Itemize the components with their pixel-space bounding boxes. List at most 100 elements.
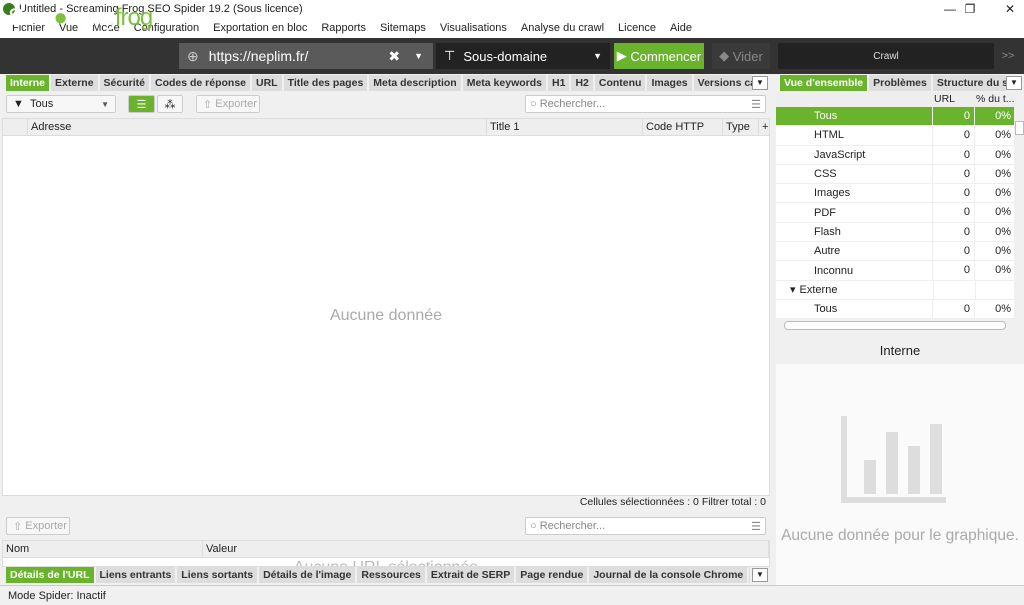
chart-title: Interne xyxy=(879,343,921,358)
column-url[interactable]: URL xyxy=(934,93,955,105)
row-url-count: 0 xyxy=(932,184,974,203)
right-tab-2[interactable]: Structure du site xyxy=(932,75,1006,91)
column-valeur[interactable]: Valeur xyxy=(203,541,769,557)
right-tab-1[interactable]: Problèmes xyxy=(869,75,931,91)
row-name: Tous xyxy=(814,303,838,316)
maximize-button[interactable]: ❐ xyxy=(950,0,990,18)
tab-8[interactable]: H1 xyxy=(548,75,570,91)
bottom-tab-3[interactable]: Détails de l'image xyxy=(259,567,356,583)
lower-search-input[interactable]: ○ Rechercher... ☰ xyxy=(525,517,766,535)
collapse-icon[interactable]: ▾ xyxy=(776,283,796,296)
column-type[interactable]: Type de xyxy=(723,119,759,135)
menu-item-9[interactable]: Licence xyxy=(611,22,663,34)
row-url-count: 0 xyxy=(932,299,974,319)
close-button[interactable]: ✕ xyxy=(990,0,1024,18)
column-code-http[interactable]: Code HTTP xyxy=(643,119,723,135)
bottom-tabs-overflow-button[interactable]: ▼ xyxy=(752,568,768,582)
empty-message: Aucune donnée xyxy=(329,307,443,324)
bottom-tab-8[interactable]: Afficher la source xyxy=(749,567,750,583)
add-column-icon[interactable]: + xyxy=(759,119,768,135)
bottom-tab-2[interactable]: Liens sortants xyxy=(177,567,258,583)
tab-5[interactable]: Title des pages xyxy=(283,75,368,91)
overview-row[interactable]: Tous 0 0% xyxy=(776,107,1014,127)
status-bar: Mode Spider: Inactif xyxy=(0,585,1024,605)
overview-row[interactable]: Autre 0 0% xyxy=(776,242,1014,262)
row-name: Flash xyxy=(814,225,841,238)
tab-0[interactable]: Interne xyxy=(6,75,50,91)
overview-row[interactable]: PDF 0 0% xyxy=(776,203,1014,223)
overview-row[interactable]: Tous 0 0% xyxy=(776,299,1014,319)
overview-row[interactable]: CSS 0 0% xyxy=(776,164,1014,185)
tabs-overflow-button[interactable]: ▼ xyxy=(752,76,768,90)
row-percent: 0% xyxy=(974,145,1014,164)
settings-sliders-icon: ☰ xyxy=(751,98,761,111)
url-input[interactable]: ⊕ https://neplim.fr/✖ ▼ xyxy=(179,43,433,69)
overview-row[interactable]: Inconnu 0 0% xyxy=(776,261,1014,281)
menu-item-4[interactable]: Exportation en bloc xyxy=(206,22,314,34)
tab-3[interactable]: Codes de réponse xyxy=(150,75,251,91)
column-title-1[interactable]: Title 1 xyxy=(487,119,643,135)
details-table: NomValeur Aucune URL sélectionnée xyxy=(2,540,770,567)
title-bar: Untitled - Screaming Frog SEO Spider 19.… xyxy=(0,0,1024,18)
bottom-tab-5[interactable]: Extrait de SERP xyxy=(426,567,515,583)
tab-4[interactable]: URL xyxy=(252,75,282,91)
tab-6[interactable]: Meta description xyxy=(369,75,461,91)
clear-url-icon[interactable]: ✖ xyxy=(388,48,400,65)
bottom-tab-1[interactable]: Liens entrants xyxy=(95,567,176,583)
bottom-tab-6[interactable]: Page rendue xyxy=(516,567,588,583)
chart-empty-message: Aucune donnée pour le graphique. xyxy=(781,527,1019,544)
row-name: CSS xyxy=(814,168,837,181)
bottom-tab-7[interactable]: Journal de la console Chrome xyxy=(589,567,748,583)
right-tab-0[interactable]: Vue d'ensemble xyxy=(780,75,868,91)
tab-11[interactable]: Images xyxy=(647,75,692,91)
lower-export-button[interactable]: ⇧ Exporter xyxy=(6,517,70,535)
bottom-tab-4[interactable]: Ressources xyxy=(357,567,425,583)
chevron-down-icon: ▼ xyxy=(593,51,602,61)
menu-item-6[interactable]: Sitemaps xyxy=(373,22,433,34)
column-percent[interactable]: % du t... xyxy=(976,93,1015,105)
expand-button[interactable]: >> xyxy=(996,43,1020,69)
menu-item-10[interactable]: Aide xyxy=(663,22,699,34)
tree-view-button[interactable]: ⁂ xyxy=(157,95,183,113)
overview-row[interactable]: ▾ Externe xyxy=(776,280,1014,300)
right-tabs-overflow-button[interactable]: ▼ xyxy=(1006,76,1022,90)
overview-row[interactable]: Images 0 0% xyxy=(776,184,1014,204)
bottom-tab-0[interactable]: Détails de l'URL xyxy=(6,567,94,583)
main-tabs: Interne Externe Sécurité Codes de réponse UR… xyxy=(6,75,752,91)
overview-row[interactable]: Flash 0 0% xyxy=(776,222,1014,243)
tab-12[interactable]: Versions canoniques xyxy=(693,75,752,91)
results-table: Adresse Title 1 Code HTTP Type de + Aucu… xyxy=(2,118,770,496)
menu-item-8[interactable]: Analyse du crawl xyxy=(514,22,611,34)
column-adresse[interactable]: Adresse xyxy=(28,119,487,135)
row-percent xyxy=(974,280,1014,299)
scope-select[interactable]: ⊤ Sous-domaine ▼ xyxy=(436,43,610,69)
tab-9[interactable]: H2 xyxy=(571,75,593,91)
row-url-count xyxy=(933,280,974,299)
menu-item-5[interactable]: Rapports xyxy=(314,22,373,34)
filter-select[interactable]: ▼ Tous ▼ xyxy=(6,95,116,113)
row-percent: 0% xyxy=(974,242,1014,261)
start-button[interactable]: ▶ Commencer xyxy=(614,43,704,69)
tab-7[interactable]: Meta keywords xyxy=(462,75,546,91)
eraser-icon: ◆ xyxy=(719,48,733,63)
menu-item-7[interactable]: Visualisations xyxy=(433,22,514,34)
vertical-scrollbar[interactable] xyxy=(1015,107,1024,319)
overview-row[interactable]: JavaScript 0 0% xyxy=(776,145,1014,165)
list-view-button[interactable]: ☰ xyxy=(128,95,155,113)
chart-area: Aucune donnée pour le graphique. xyxy=(776,364,1024,585)
row-url-count: 0 xyxy=(932,261,974,280)
tab-1[interactable]: Externe xyxy=(51,75,98,91)
horizontal-scrollbar[interactable] xyxy=(784,321,1006,330)
clear-button[interactable]: ◆ Vider xyxy=(712,43,770,69)
right-tabs: Vue d'ensembleProblèmesStructure du site… xyxy=(780,75,1006,91)
settings-sliders-icon: ☰ xyxy=(751,520,761,533)
search-input[interactable]: ○ Rechercher... ☰ xyxy=(525,95,766,113)
tab-2[interactable]: Sécurité xyxy=(99,75,149,91)
row-name: HTML xyxy=(814,129,844,142)
column-nom[interactable]: Nom xyxy=(3,541,203,557)
chevron-down-icon[interactable]: ▼ xyxy=(414,51,423,61)
export-button[interactable]: ⇧ Exporter xyxy=(196,95,260,113)
tab-10[interactable]: Contenu xyxy=(594,75,646,91)
overview-row[interactable]: HTML 0 0% xyxy=(776,126,1014,146)
row-name: PDF xyxy=(814,206,836,219)
